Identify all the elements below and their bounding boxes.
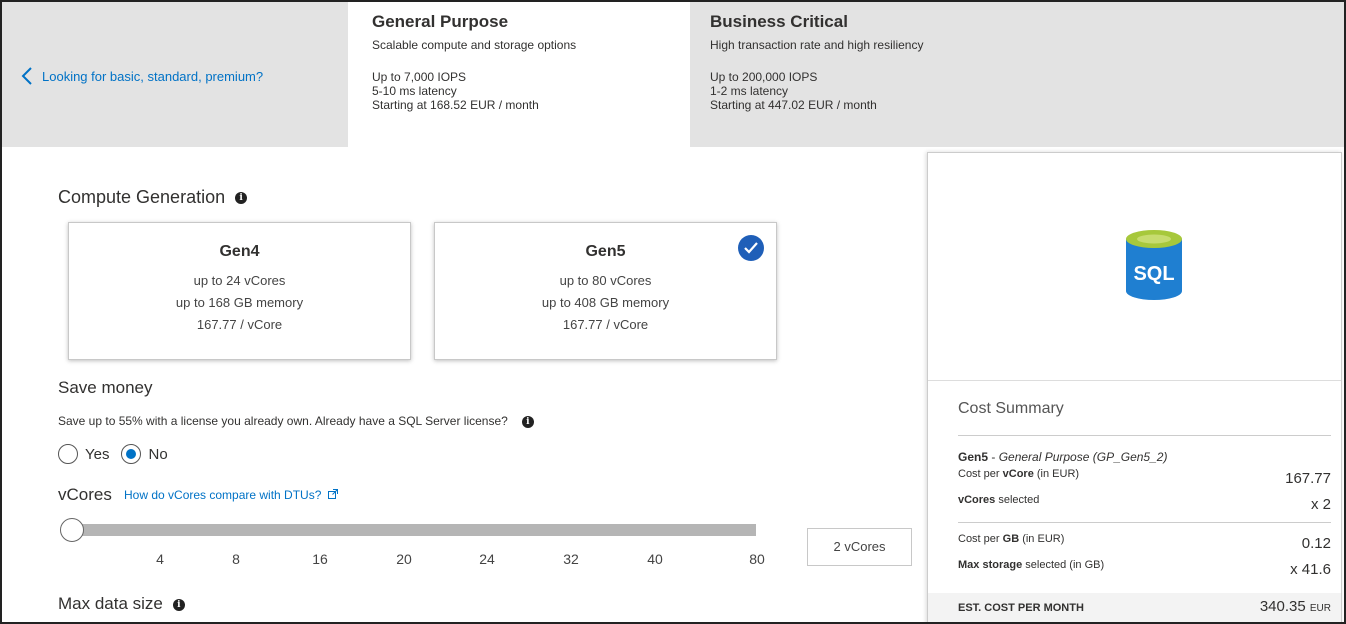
vcores-slider-track[interactable] [72, 524, 756, 536]
cost-per-gb-label: Cost per GB (in EUR) [958, 533, 1064, 545]
radio-no-label: No [148, 445, 168, 463]
label-part: Cost per [958, 468, 1003, 480]
cost-per-gb-value: 0.12 [1301, 535, 1331, 552]
tier-iops: Up to 7,000 IOPS [372, 70, 467, 84]
info-icon[interactable]: i [235, 192, 248, 205]
back-link-label: Looking for basic, standard, premium? [42, 68, 264, 84]
tier-selector-bar: Looking for basic, standard, premium? Ge… [2, 2, 1344, 147]
vcores-value-input[interactable]: 2 vCores [807, 528, 912, 566]
vcores-slider-thumb[interactable] [60, 518, 84, 542]
checkmark-circle-icon [738, 235, 764, 261]
basic-standard-premium-link[interactable]: Looking for basic, standard, premium? [20, 66, 263, 86]
divider [958, 522, 1331, 523]
label-part: Cost per [958, 533, 1003, 545]
gen4-card[interactable]: Gen4 up to 24 vCores up to 168 GB memory… [68, 222, 411, 360]
cost-summary-title: Cost Summary [958, 400, 1064, 417]
gen5-price: 167.77 / vCore [562, 317, 649, 332]
est-cost-currency: EUR [1309, 603, 1331, 614]
vcores-selected-label: vCores selected [958, 494, 1039, 506]
slider-tick: 40 [647, 551, 663, 567]
license-radio-group: Yes No [58, 444, 180, 464]
slider-tick: 4 [156, 551, 164, 567]
slider-tick: 80 [749, 551, 765, 567]
label-bold-part: vCore [1002, 468, 1034, 480]
cost-summary-panel: SQL Cost Summary Gen5 - General Purpose … [927, 152, 1342, 622]
tier-title: Business Critical [710, 12, 848, 31]
gen5-vcores: up to 80 vCores [559, 273, 652, 288]
radio-no[interactable] [121, 444, 142, 464]
max-data-size-heading: Max data size i [58, 594, 185, 614]
external-link-icon [327, 489, 338, 499]
tier-price: Starting at 447.02 EUR / month [710, 98, 877, 112]
max-data-size-title: Max data size [58, 594, 163, 613]
label-part: selected (in GB) [1022, 559, 1105, 571]
tier-subtitle: Scalable compute and storage options [372, 38, 577, 52]
label-part: (in EUR) [1019, 533, 1065, 545]
cost-per-vcore-label: Cost per vCore (in EUR) [958, 468, 1079, 480]
svg-text:SQL: SQL [1133, 263, 1174, 285]
est-cost-label: EST. COST PER MONTH [958, 602, 1084, 614]
tier-business-critical[interactable]: Business Critical High transaction rate … [690, 2, 990, 147]
vcores-selected-value: x 2 [1310, 496, 1331, 513]
max-storage-label: Max storage selected (in GB) [958, 559, 1104, 571]
tier-latency: 5-10 ms latency [372, 84, 457, 98]
slider-tick: 16 [312, 551, 328, 567]
info-icon[interactable]: i [521, 415, 534, 428]
label-part: selected [995, 494, 1040, 506]
compute-generation-heading: Compute Generation i [58, 187, 248, 208]
gen4-vcores: up to 24 vCores [193, 273, 286, 288]
est-cost-amount: 340.35 [1259, 598, 1306, 615]
label-part: (in EUR) [1033, 468, 1080, 480]
slider-tick: 24 [479, 551, 495, 567]
max-storage-value: x 41.6 [1290, 561, 1331, 578]
save-money-title: Save money [58, 378, 153, 397]
compute-generation-title: Compute Generation [58, 187, 226, 207]
label-bold-part: GB [1002, 533, 1020, 545]
tier-general-purpose[interactable]: General Purpose Scalable compute and sto… [348, 2, 690, 147]
summary-tier-detail: General Purpose (GP_Gen5_2) [998, 450, 1168, 464]
save-money-text: Save up to 55% with a license you alread… [58, 414, 508, 428]
gen5-memory: up to 408 GB memory [541, 295, 670, 310]
tier-price: Starting at 168.52 EUR / month [372, 98, 539, 112]
chevron-left-icon [21, 67, 32, 85]
tier-subtitle: High transaction rate and high resilienc… [710, 38, 924, 52]
label-bold-part: Max storage [958, 559, 1023, 571]
cost-per-vcore-value: 167.77 [1285, 470, 1331, 487]
gen4-price: 167.77 / vCore [196, 317, 283, 332]
vcores-dtu-link-label: How do vCores compare with DTUs? [124, 488, 322, 502]
sql-icon-area: SQL [928, 153, 1341, 381]
tier-iops: Up to 200,000 IOPS [710, 70, 818, 84]
tier-title: General Purpose [372, 12, 509, 31]
slider-tick: 8 [232, 551, 240, 567]
vcores-label: vCores [58, 485, 112, 504]
gen4-name: Gen4 [219, 243, 260, 260]
pricing-tier-blade: Looking for basic, standard, premium? Ge… [0, 0, 1346, 624]
vcores-dtu-link[interactable]: How do vCores compare with DTUs? [124, 488, 338, 502]
summary-tier-line: Gen5 - General Purpose (GP_Gen5_2) [958, 450, 1168, 464]
label-bold-part: vCores [958, 494, 996, 506]
save-money-description: Save up to 55% with a license you alread… [58, 414, 534, 428]
sql-database-icon: SQL [1126, 230, 1182, 300]
radio-yes[interactable] [58, 444, 78, 464]
gen5-name: Gen5 [585, 243, 626, 260]
tier-latency: 1-2 ms latency [710, 84, 789, 98]
est-cost-value: 340.35 EUR [1260, 598, 1331, 615]
divider [958, 435, 1331, 436]
slider-tick: 32 [563, 551, 579, 567]
radio-yes-label: Yes [85, 445, 110, 463]
info-icon[interactable]: i [172, 598, 185, 611]
summary-tier-name: Gen5 [958, 450, 989, 464]
gen4-memory: up to 168 GB memory [175, 295, 304, 310]
gen5-card[interactable]: Gen5 up to 80 vCores up to 408 GB memory… [434, 222, 777, 360]
slider-tick: 20 [396, 551, 412, 567]
